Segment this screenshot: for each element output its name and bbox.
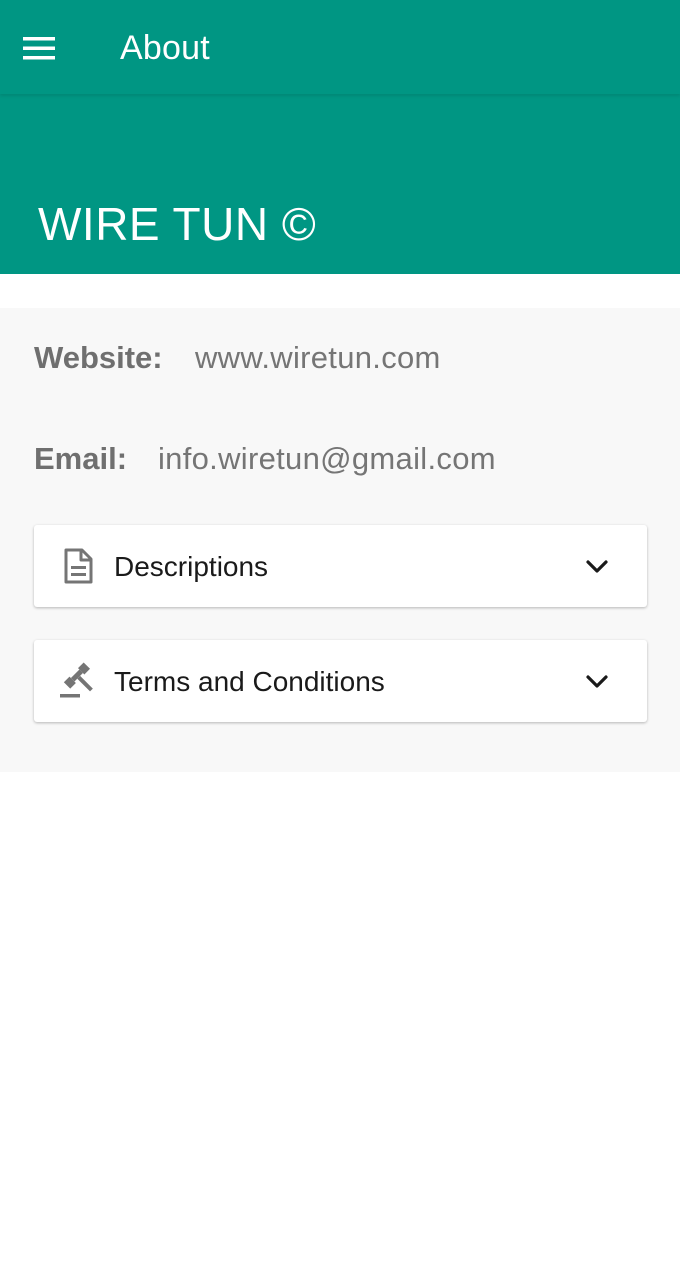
hero-header: WIRE TUN ©: [0, 94, 680, 274]
terms-expander[interactable]: Terms and Conditions: [34, 640, 647, 722]
website-link[interactable]: www.wiretun.com: [195, 338, 441, 378]
email-link[interactable]: info.wiretun@gmail.com: [158, 439, 496, 479]
page-title: About: [120, 29, 210, 67]
gavel-icon: [58, 661, 98, 701]
website-label: Website:: [34, 340, 163, 375]
menu-icon: [22, 28, 70, 68]
app-bar: About: [0, 0, 680, 94]
info-panel: Website: www.wiretun.com Email: info.wir…: [0, 308, 680, 772]
chevron-down-icon: [583, 667, 611, 695]
about-screen: About WIRE TUN © Website: www.wiretun.co…: [0, 0, 680, 1280]
document-icon: [58, 546, 98, 586]
terms-label: Terms and Conditions: [114, 666, 385, 697]
descriptions-label: Descriptions: [114, 551, 269, 582]
email-label: Email:: [34, 441, 128, 476]
menu-button[interactable]: [22, 28, 70, 68]
app-name-heading: WIRE TUN ©: [38, 198, 317, 250]
descriptions-expander[interactable]: Descriptions: [34, 525, 647, 607]
chevron-down-icon: [583, 552, 611, 580]
